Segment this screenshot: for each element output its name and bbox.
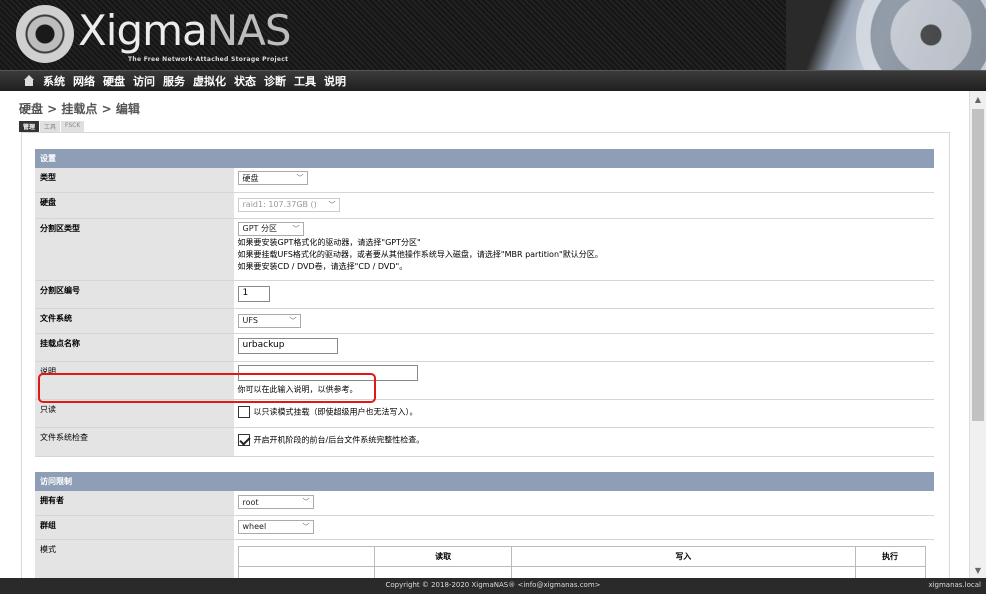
mode-permissions-table: 读取 写入 执行 <box>237 545 926 578</box>
footer: Copyright © 2018-2020 XigmaNAS® <info@xi… <box>0 578 986 594</box>
fsck-checkbox[interactable] <box>237 433 250 446</box>
mount-name-input[interactable]: urbackup <box>237 337 338 354</box>
nav-disks[interactable]: 硬盘 <box>103 73 125 89</box>
partition-type-select[interactable]: GPT 分区 ﹀ <box>237 221 304 236</box>
filesystem-select[interactable]: UFS ﹀ <box>237 313 301 328</box>
nav-help[interactable]: 说明 <box>324 73 346 89</box>
fsck-checkbox-text: 开启开机阶段的前台/后台文件系统完整性检查。 <box>253 435 425 444</box>
group-select[interactable]: wheel ﹀ <box>237 519 314 534</box>
tab-management[interactable]: 管理 <box>19 121 40 132</box>
scroll-thumb[interactable] <box>972 109 984 421</box>
logo: XigmaNAS <box>78 6 292 55</box>
nav-services[interactable]: 服务 <box>163 73 185 89</box>
mode-header-read: 读取 <box>374 545 513 567</box>
description-label: 说明 <box>35 361 235 400</box>
vertical-scrollbar[interactable]: ▲ ▼ <box>969 91 986 578</box>
filesystem-label: 文件系统 <box>35 308 235 334</box>
group-label: 群组 <box>35 515 235 540</box>
form-panel: 设置 类型 硬盘 ﹀ 硬盘 raid1: 107.37GB () ﹀ 分割区类型 G… <box>21 132 950 578</box>
footer-hostname: xigmanas.local <box>928 581 981 589</box>
disk-label: 硬盘 <box>35 192 235 219</box>
mode-header-execute: 执行 <box>854 545 926 567</box>
partition-type-help-mbr: 如果要挂载UFS格式化的驱动器，或者要从其他操作系统导入磁盘，请选择"MBR p… <box>237 249 603 259</box>
main-nav: 系统 网络 硬盘 访问 服务 虚拟化 状态 诊断 工具 说明 <box>0 70 986 91</box>
chevron-down-icon: ﹀ <box>302 522 310 531</box>
readonly-label: 只读 <box>35 399 235 428</box>
chevron-down-icon: ﹀ <box>302 498 310 506</box>
home-icon[interactable] <box>23 75 35 87</box>
settings-section-title: 设置 <box>35 149 934 168</box>
nav-diagnostics[interactable]: 诊断 <box>264 73 286 89</box>
nav-system[interactable]: 系统 <box>43 73 65 89</box>
scroll-up-icon[interactable]: ▲ <box>970 91 986 107</box>
chevron-down-icon: ﹀ <box>289 316 297 325</box>
nav-access[interactable]: 访问 <box>133 73 155 89</box>
readonly-checkbox-text: 以只读模式挂载（即使超级用户也无法写入）。 <box>253 407 418 416</box>
readonly-checkbox[interactable] <box>237 405 250 418</box>
breadcrumb: 硬盘 > 挂载点 > 编辑 <box>19 102 140 116</box>
description-help: 你可以在此输入说明，以供参考。 <box>237 384 358 394</box>
nav-tools[interactable]: 工具 <box>294 73 316 89</box>
chevron-down-icon: ﹀ <box>328 200 336 209</box>
description-input[interactable] <box>237 364 418 381</box>
mount-name-label: 挂载点名称 <box>35 333 235 362</box>
owner-label: 拥有者 <box>35 491 235 516</box>
partition-number-label: 分割区编号 <box>35 280 235 309</box>
partition-type-label: 分割区类型 <box>35 218 235 281</box>
partition-type-help-cd: 如果要安装CD / DVD卷，请选择"CD / DVD"。 <box>237 261 408 271</box>
header-banner: XigmaNAS The Free Network-Attached Stora… <box>0 0 986 70</box>
footer-copyright: Copyright © 2018-2020 XigmaNAS® <info@xi… <box>385 581 601 589</box>
owner-select[interactable]: root ﹀ <box>237 495 314 509</box>
mode-header-blank <box>237 545 376 567</box>
nav-virtualization[interactable]: 虚拟化 <box>193 73 226 89</box>
chevron-down-icon: ﹀ <box>296 174 304 182</box>
tab-tools[interactable]: 工具 <box>40 121 61 132</box>
fsck-label: 文件系统检查 <box>35 427 235 457</box>
logo-icon <box>16 5 74 63</box>
access-table: 访问限制 拥有者 root ﹀ 群组 wheel ﹀ 模式 读取 写入 执行 <box>35 472 934 578</box>
mode-cell <box>854 565 926 578</box>
tab-bar: 管理 工具 FSCK <box>19 121 85 132</box>
partition-type-help-gpt: 如果要安装GPT格式化的驱动器，请选择"GPT分区" <box>237 237 421 247</box>
nav-network[interactable]: 网络 <box>73 73 95 89</box>
partition-number-input[interactable]: 1 <box>237 285 270 302</box>
main-content: 硬盘 > 挂载点 > 编辑 管理 工具 FSCK 设置 类型 硬盘 ﹀ 硬盘 ra… <box>0 91 969 578</box>
mode-cell <box>374 565 513 578</box>
mode-header-write: 写入 <box>511 545 856 567</box>
type-select[interactable]: 硬盘 ﹀ <box>237 171 308 185</box>
chevron-down-icon: ﹀ <box>292 224 300 233</box>
disk-select[interactable]: raid1: 107.37GB () ﹀ <box>237 197 340 212</box>
logo-subtitle: The Free Network-Attached Storage Projec… <box>128 56 289 63</box>
mode-cell <box>237 565 376 578</box>
scroll-down-icon[interactable]: ▼ <box>970 562 986 578</box>
nav-status[interactable]: 状态 <box>234 73 256 89</box>
hard-drive-image <box>786 0 986 70</box>
tab-fsck[interactable]: FSCK <box>61 121 85 132</box>
mode-label: 模式 <box>35 539 235 578</box>
type-label: 类型 <box>35 168 235 193</box>
access-section-title: 访问限制 <box>35 472 934 491</box>
settings-table: 设置 类型 硬盘 ﹀ 硬盘 raid1: 107.37GB () ﹀ 分割区类型 G… <box>35 149 934 457</box>
mode-cell <box>511 565 856 578</box>
